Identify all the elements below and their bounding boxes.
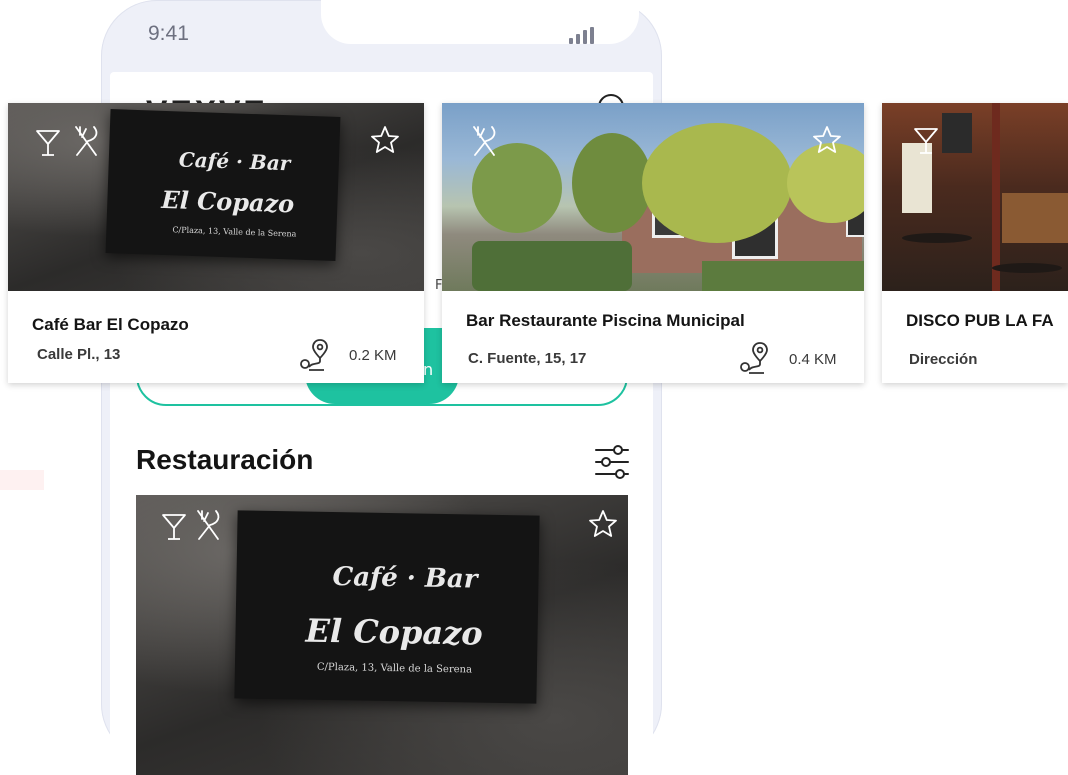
business-card-image: Café · Bar El Copazo C/Plaza, 13, Valle …: [105, 109, 341, 261]
route-pin-icon: [740, 342, 768, 374]
card-photo: Café · Bar El Copazo C/Plaza, 13, Valle …: [8, 103, 424, 291]
star-outline-icon[interactable]: [588, 509, 618, 539]
card-distance: 0.2 KM: [349, 347, 397, 364]
card-photo: [882, 103, 1068, 291]
business-card-image: Café · Bar El Copazo C/Plaza, 13, Valle …: [234, 510, 540, 704]
list-item[interactable]: DISCO PUB LA FA Dirección: [882, 103, 1068, 383]
card-title: Bar Restaurante Piscina Municipal: [466, 311, 745, 330]
route-pin-icon: [300, 339, 328, 371]
segment-active-label: n: [423, 360, 434, 379]
card-title: Café Bar El Copazo: [32, 315, 189, 334]
cutlery-icon: [197, 510, 220, 540]
edge-artifact: [0, 470, 44, 490]
section-title: Restauración: [136, 444, 314, 475]
cutlery-icon: [75, 126, 98, 156]
cocktail-icon: [914, 128, 938, 154]
list-item[interactable]: Café · Bar El Copazo C/Plaza, 13, Valle …: [8, 103, 424, 383]
card-distance: 0.4 KM: [789, 351, 837, 368]
card-title: DISCO PUB LA FA: [906, 311, 1054, 330]
status-time: 9:41: [148, 22, 189, 45]
sliders-icon[interactable]: [594, 444, 630, 480]
featured-card[interactable]: Café · Bar El Copazo C/Plaza, 13, Valle …: [136, 495, 628, 775]
star-outline-icon[interactable]: [812, 125, 842, 155]
card-address: Dirección: [909, 351, 978, 368]
signal-icon: [569, 26, 597, 44]
list-item[interactable]: Bar Restaurante Piscina Municipal C. Fue…: [442, 103, 864, 383]
card-address: C. Fuente, 15, 17: [468, 350, 587, 367]
card-photo: [442, 103, 864, 291]
cutlery-icon: [473, 126, 496, 156]
cocktail-icon: [36, 130, 60, 156]
card-address: Calle Pl., 13: [37, 346, 121, 363]
cocktail-icon: [162, 514, 186, 540]
star-outline-icon[interactable]: [370, 125, 400, 155]
